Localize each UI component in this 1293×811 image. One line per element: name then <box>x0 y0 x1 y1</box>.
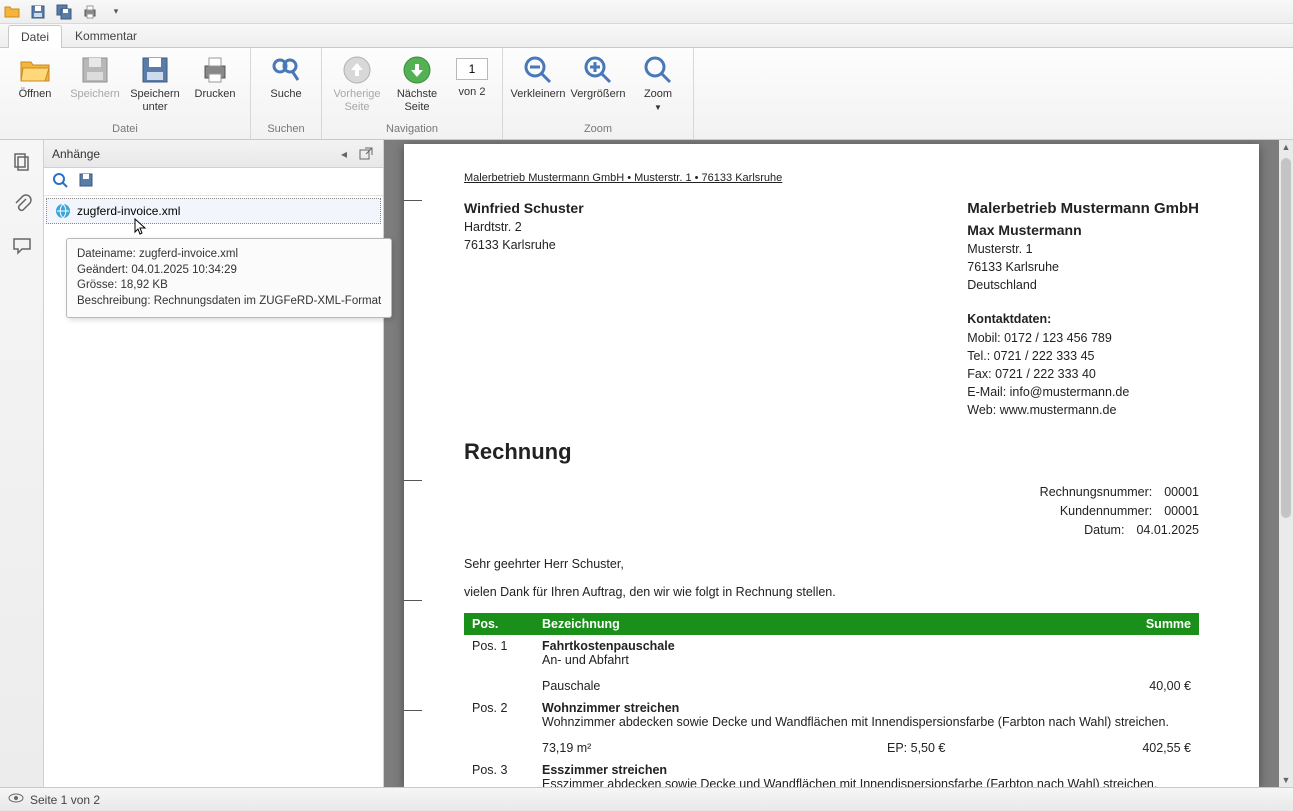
next-page-button[interactable]: Nächste Seite <box>388 50 446 117</box>
zoom-label: Zoom▼ <box>644 88 672 113</box>
vertical-scrollbar[interactable]: ▲ ▼ <box>1279 140 1293 787</box>
panel-title: Anhänge <box>52 147 100 161</box>
th-pos: Pos. <box>464 613 534 635</box>
pages-panel-icon[interactable] <box>10 150 34 174</box>
zoom-out-button[interactable]: Verkleinern <box>509 50 567 105</box>
panel-toolbar <box>44 168 383 196</box>
table-row: Pos. 3Esszimmer streichenEsszimmer abdec… <box>464 759 1199 787</box>
panel-detach-icon[interactable] <box>357 145 375 163</box>
print-label: Drucken <box>195 88 236 101</box>
table-row: Pos. 2Wohnzimmer streichenWohnzimmer abd… <box>464 697 1199 733</box>
search-label: Suche <box>270 88 301 101</box>
intro-text: vielen Dank für Ihren Auftrag, den wir w… <box>464 585 1199 599</box>
group-file-label: Datei <box>6 123 244 137</box>
ribbon-tabs: Datei Kommentar <box>0 24 1293 48</box>
xml-file-icon <box>55 203 71 219</box>
tooltip-filename: Dateiname: zugferd-invoice.xml <box>77 247 381 263</box>
save-label: Speichern <box>70 88 120 101</box>
scroll-up-icon[interactable]: ▲ <box>1279 140 1293 154</box>
attachment-item[interactable]: zugferd-invoice.xml <box>46 198 381 224</box>
left-sidebar <box>0 140 44 787</box>
next-page-label: Nächste Seite <box>397 88 437 113</box>
search-button[interactable]: Suche <box>257 50 315 105</box>
save-icon[interactable] <box>30 4 46 20</box>
quick-access-toolbar: ▾ <box>0 0 1293 24</box>
document-viewer[interactable]: Malerbetrieb Mustermann GmbH • Musterstr… <box>384 140 1293 787</box>
document-title: Rechnung <box>464 439 1199 465</box>
page-indicator: von 2 <box>448 50 496 103</box>
open-folder-icon[interactable] <box>4 4 20 20</box>
greeting: Sehr geehrter Herr Schuster, <box>464 557 1199 571</box>
group-zoom-label: Zoom <box>509 123 687 137</box>
print-button[interactable]: Drucken <box>186 50 244 105</box>
status-page: Seite 1 von 2 <box>30 793 100 807</box>
preview-icon[interactable] <box>52 172 68 191</box>
attachments-panel: Anhänge ◂ zugferd-invoice.xml Dateiname:… <box>44 140 384 787</box>
group-search-label: Suchen <box>257 123 315 137</box>
eye-icon <box>8 790 24 809</box>
main-area: Anhänge ◂ zugferd-invoice.xml Dateiname:… <box>0 140 1293 787</box>
save-as-label: Speichern unter <box>130 88 180 113</box>
comments-panel-icon[interactable] <box>10 234 34 258</box>
prev-page-label: Vorherige Seite <box>333 88 380 113</box>
invoice-meta: Rechnungsnummer:00001 Kundennummer:00001… <box>464 483 1199 539</box>
zoom-in-button[interactable]: Vergrößern <box>569 50 627 105</box>
attachment-list: zugferd-invoice.xml Dateiname: zugferd-i… <box>44 196 383 787</box>
scroll-down-icon[interactable]: ▼ <box>1279 773 1293 787</box>
pdf-page: Malerbetrieb Mustermann GmbH • Musterstr… <box>404 144 1259 787</box>
group-nav-label: Navigation <box>328 123 496 137</box>
attachment-name: zugferd-invoice.xml <box>77 204 180 218</box>
qat-dropdown-icon[interactable]: ▾ <box>108 4 124 20</box>
invoice-table: Pos. Bezeichnung Summe Pos. 1Fahrtkosten… <box>464 613 1199 787</box>
company-address: Malerbetrieb Mustermann GmbH Max Musterm… <box>967 198 1199 419</box>
tab-file[interactable]: Datei <box>8 25 62 48</box>
prev-page-button: Vorherige Seite <box>328 50 386 117</box>
zoom-in-label: Vergrößern <box>570 88 625 101</box>
scroll-thumb[interactable] <box>1281 158 1291 518</box>
tooltip-modified: Geändert: 04.01.2025 10:34:29 <box>77 263 381 279</box>
attachment-tooltip: Dateiname: zugferd-invoice.xml Geändert:… <box>66 238 392 318</box>
open-label: Öffnen <box>19 88 52 101</box>
recipient-address: Winfried Schuster Hardtstr. 2 76133 Karl… <box>464 198 584 419</box>
tab-comment[interactable]: Kommentar <box>62 24 150 47</box>
status-bar: Seite 1 von 2 <box>0 787 1293 811</box>
tooltip-size: Grösse: 18,92 KB <box>77 278 381 294</box>
table-row: Pauschale40,00 € <box>464 671 1199 697</box>
zoom-out-label: Verkleinern <box>510 88 565 101</box>
page-input[interactable] <box>456 58 488 80</box>
page-of-label: von 2 <box>459 86 486 99</box>
attachments-panel-icon[interactable] <box>10 192 34 216</box>
panel-header: Anhänge ◂ <box>44 140 383 168</box>
th-sum: Summe <box>1099 613 1199 635</box>
panel-collapse-icon[interactable]: ◂ <box>335 145 353 163</box>
ribbon: Öffnen Speichern Speichern unter Drucken… <box>0 48 1293 140</box>
save-all-icon[interactable] <box>56 4 72 20</box>
table-row: 73,19 m²EP: 5,50 €402,55 € <box>464 733 1199 759</box>
save-button: Speichern <box>66 50 124 105</box>
table-row: Pos. 1FahrtkostenpauschaleAn- und Abfahr… <box>464 635 1199 671</box>
quick-print-icon[interactable] <box>82 4 98 20</box>
th-desc: Bezeichnung <box>534 613 879 635</box>
tooltip-description: Beschreibung: Rechnungsdaten im ZUGFeRD-… <box>77 294 381 310</box>
zoom-button[interactable]: Zoom▼ <box>629 50 687 117</box>
save-attachment-icon[interactable] <box>78 172 94 191</box>
save-as-button[interactable]: Speichern unter <box>126 50 184 117</box>
sender-line: Malerbetrieb Mustermann GmbH • Musterstr… <box>464 172 1199 184</box>
open-button[interactable]: Öffnen <box>6 50 64 105</box>
